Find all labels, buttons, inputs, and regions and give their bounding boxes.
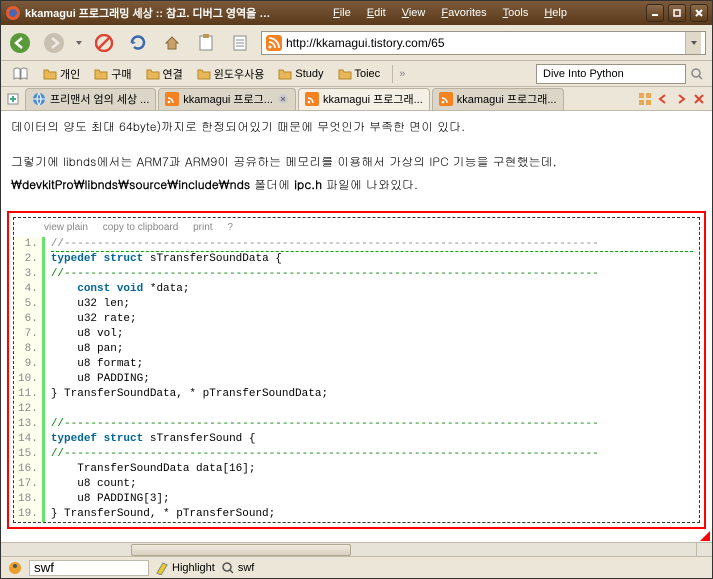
rss-icon (305, 92, 319, 106)
rss-icon (439, 92, 453, 106)
tab-1[interactable]: kkamagui 프로그... (158, 88, 296, 110)
chevron-right-icon[interactable]: » (399, 68, 405, 80)
highlight-button[interactable]: Highlight (155, 561, 215, 575)
code-block-highlight: view plain copy to clipboard print ? 1.2… (7, 211, 706, 529)
tab-close-icon[interactable] (277, 93, 289, 105)
scrollbar-thumb[interactable] (131, 544, 351, 556)
tab-prev-icon[interactable] (656, 92, 670, 106)
tab-close-all-icon[interactable] (692, 92, 706, 106)
tab-bar: 프리맨서 엄의 세상 ... kkamagui 프로그... kkamagui … (1, 87, 712, 111)
nav-toolbar (1, 25, 712, 61)
search-input[interactable] (543, 68, 685, 80)
bookmark-windows[interactable]: 윈도우사용 (191, 64, 271, 84)
article-text: 데이터의 양도 최대 64byte)까지로 한정되어있기 때문에 무엇인가 부족… (11, 117, 702, 136)
code-lines: //--------------------------------------… (45, 237, 699, 522)
url-bar[interactable] (261, 31, 706, 55)
open-book-icon[interactable] (7, 65, 35, 83)
search-status-button[interactable]: swf (221, 561, 255, 575)
bookmark-link[interactable]: 연결 (140, 64, 189, 84)
line-gutter: 1.2.3.4.5.6.7.8.9.10.11.12.13.14.15.16.1… (14, 237, 45, 522)
search-icon (221, 561, 235, 575)
code-toolbar: view plain copy to clipboard print ? (14, 218, 699, 237)
rss-icon (165, 92, 179, 106)
tab-0[interactable]: 프리맨서 엄의 세상 ... (25, 88, 156, 110)
divider (392, 65, 393, 83)
reload-button[interactable] (125, 30, 151, 56)
firefox-icon (5, 5, 21, 21)
home-button[interactable] (159, 30, 185, 56)
menu-view[interactable]: View (394, 5, 434, 21)
close-button[interactable] (690, 4, 708, 22)
copy-link[interactable]: copy to clipboard (103, 222, 179, 233)
minimize-button[interactable] (646, 4, 664, 22)
stop-button[interactable] (91, 30, 117, 56)
viewplain-link[interactable]: view plain (44, 222, 88, 233)
rss-icon (266, 35, 282, 51)
globe-icon (32, 92, 46, 106)
scroll-corner (696, 542, 712, 556)
tab-next-icon[interactable] (674, 92, 688, 106)
menu-help[interactable]: Help (536, 5, 575, 21)
status-input-1[interactable] (29, 560, 149, 576)
bookmark-personal[interactable]: 개인 (37, 64, 86, 84)
search-box[interactable]: G (536, 64, 686, 84)
horizontal-scrollbar[interactable] (1, 542, 696, 556)
tab-2[interactable]: kkamagui 프로그래... (298, 88, 430, 110)
page-content: 데이터의 양도 최대 64byte)까지로 한정되어있기 때문에 무엇인가 부족… (1, 111, 712, 556)
new-tab-button[interactable] (3, 89, 23, 109)
highlight-icon (155, 561, 169, 575)
note-icon[interactable] (227, 30, 253, 56)
url-dropdown[interactable] (685, 32, 701, 54)
tab-3[interactable]: kkamagui 프로그래... (432, 88, 564, 110)
search-go-button[interactable] (688, 65, 706, 83)
url-input[interactable] (286, 36, 681, 50)
window-title: kkamagui 프로그래밍 세상 :: 참고. 디버그 영역을 이용한... (25, 5, 275, 21)
firebug-icon[interactable] (7, 560, 23, 576)
clipboard-icon[interactable] (193, 30, 219, 56)
titlebar: kkamagui 프로그래밍 세상 :: 참고. 디버그 영역을 이용한... … (1, 1, 712, 25)
bookmark-toiec[interactable]: Toiec (332, 65, 387, 83)
menu-favorites[interactable]: Favorites (433, 5, 494, 21)
code-body: 1.2.3.4.5.6.7.8.9.10.11.12.13.14.15.16.1… (14, 237, 699, 522)
back-button[interactable] (7, 30, 33, 56)
status-bar: Highlight swf (1, 556, 712, 578)
print-link[interactable]: print (193, 222, 212, 233)
bookmark-study[interactable]: Study (272, 65, 329, 83)
help-link[interactable]: ? (227, 222, 233, 233)
article-text: 그렇기에 libnds에서는 ARM7과 ARM9이 공유하는 메모리를 이용해… (11, 152, 702, 171)
maximize-button[interactable] (668, 4, 686, 22)
menu-tools[interactable]: Tools (495, 5, 537, 21)
menu-edit[interactable]: Edit (359, 5, 394, 21)
forward-button[interactable] (41, 30, 67, 56)
article-text: ₩devkitPro₩libnds₩source₩include₩nds 폴더에… (11, 175, 702, 194)
menu-bar: File Edit View Favorites Tools Help (325, 5, 575, 21)
resize-grip-icon[interactable] (700, 531, 710, 541)
bookmark-bar: 개인 구매 연결 윈도우사용 Study Toiec » G (1, 61, 712, 87)
bookmark-buy[interactable]: 구매 (88, 64, 137, 84)
menu-file[interactable]: File (325, 5, 359, 21)
grid-icon[interactable] (638, 92, 652, 106)
dropdown-arrow[interactable] (75, 37, 83, 49)
